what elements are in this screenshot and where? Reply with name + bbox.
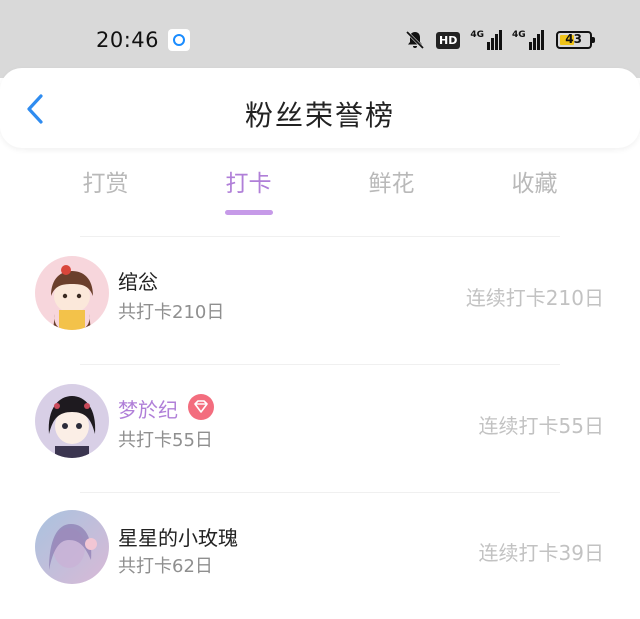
browser-app-icon: [168, 29, 190, 51]
tab-label: 打卡: [225, 171, 272, 197]
total-checkin-count: 共打卡55日: [118, 430, 213, 451]
active-tab-indicator: [224, 210, 273, 215]
bell-muted-icon: [404, 29, 426, 51]
tab-favorites[interactable]: 收藏: [463, 166, 606, 218]
streak-count: 连续打卡55日: [478, 414, 604, 438]
list-item[interactable]: 绾忩 共打卡210日 连续打卡210日: [0, 246, 640, 346]
divider: [80, 236, 560, 237]
user-name: 梦於纪: [118, 398, 178, 422]
battery-level: 43: [565, 32, 582, 46]
status-bar: 20:46 HD 4G 4G 43: [0, 0, 640, 78]
tab-label: 打赏: [82, 171, 129, 197]
tab-flowers[interactable]: 鲜花: [320, 166, 463, 218]
page-title: 粉丝荣誉榜: [244, 99, 395, 132]
list-item[interactable]: 梦於纪 共打卡55日 连续打卡55日: [0, 374, 640, 474]
total-checkin-count: 共打卡62日: [118, 556, 213, 577]
page-header: 粉丝荣誉榜: [0, 68, 640, 148]
divider: [80, 492, 560, 493]
status-icons: HD 4G 4G 43: [404, 27, 595, 53]
diamond-badge-icon: [188, 394, 214, 420]
avatar[interactable]: [35, 510, 109, 584]
tab-bar: 打赏 打卡 鲜花 收藏: [34, 166, 606, 218]
total-checkin-count: 共打卡210日: [118, 302, 225, 323]
hd-voice-badge: HD: [436, 31, 461, 49]
user-name: 星星的小玫瑰: [118, 526, 238, 550]
streak-count: 连续打卡210日: [465, 286, 604, 310]
avatar[interactable]: [35, 384, 109, 458]
streak-count: 连续打卡39日: [478, 541, 604, 565]
network-type-2: 4G: [512, 30, 526, 40]
tab-reward[interactable]: 打赏: [34, 166, 177, 218]
status-time: 20:46: [96, 28, 160, 52]
list-item[interactable]: 星星的小玫瑰 共打卡62日 连续打卡39日: [0, 502, 640, 602]
user-name: 绾忩: [118, 270, 158, 294]
battery-icon: 43: [555, 31, 595, 49]
signal-icon-1: 4G: [470, 30, 502, 50]
tab-label: 鲜花: [368, 171, 415, 197]
tab-label: 收藏: [511, 171, 558, 197]
divider: [80, 364, 560, 365]
avatar[interactable]: [35, 256, 109, 330]
tab-checkin[interactable]: 打卡: [177, 166, 320, 218]
signal-icon-2: 4G: [512, 30, 544, 50]
network-type-1: 4G: [470, 30, 484, 40]
